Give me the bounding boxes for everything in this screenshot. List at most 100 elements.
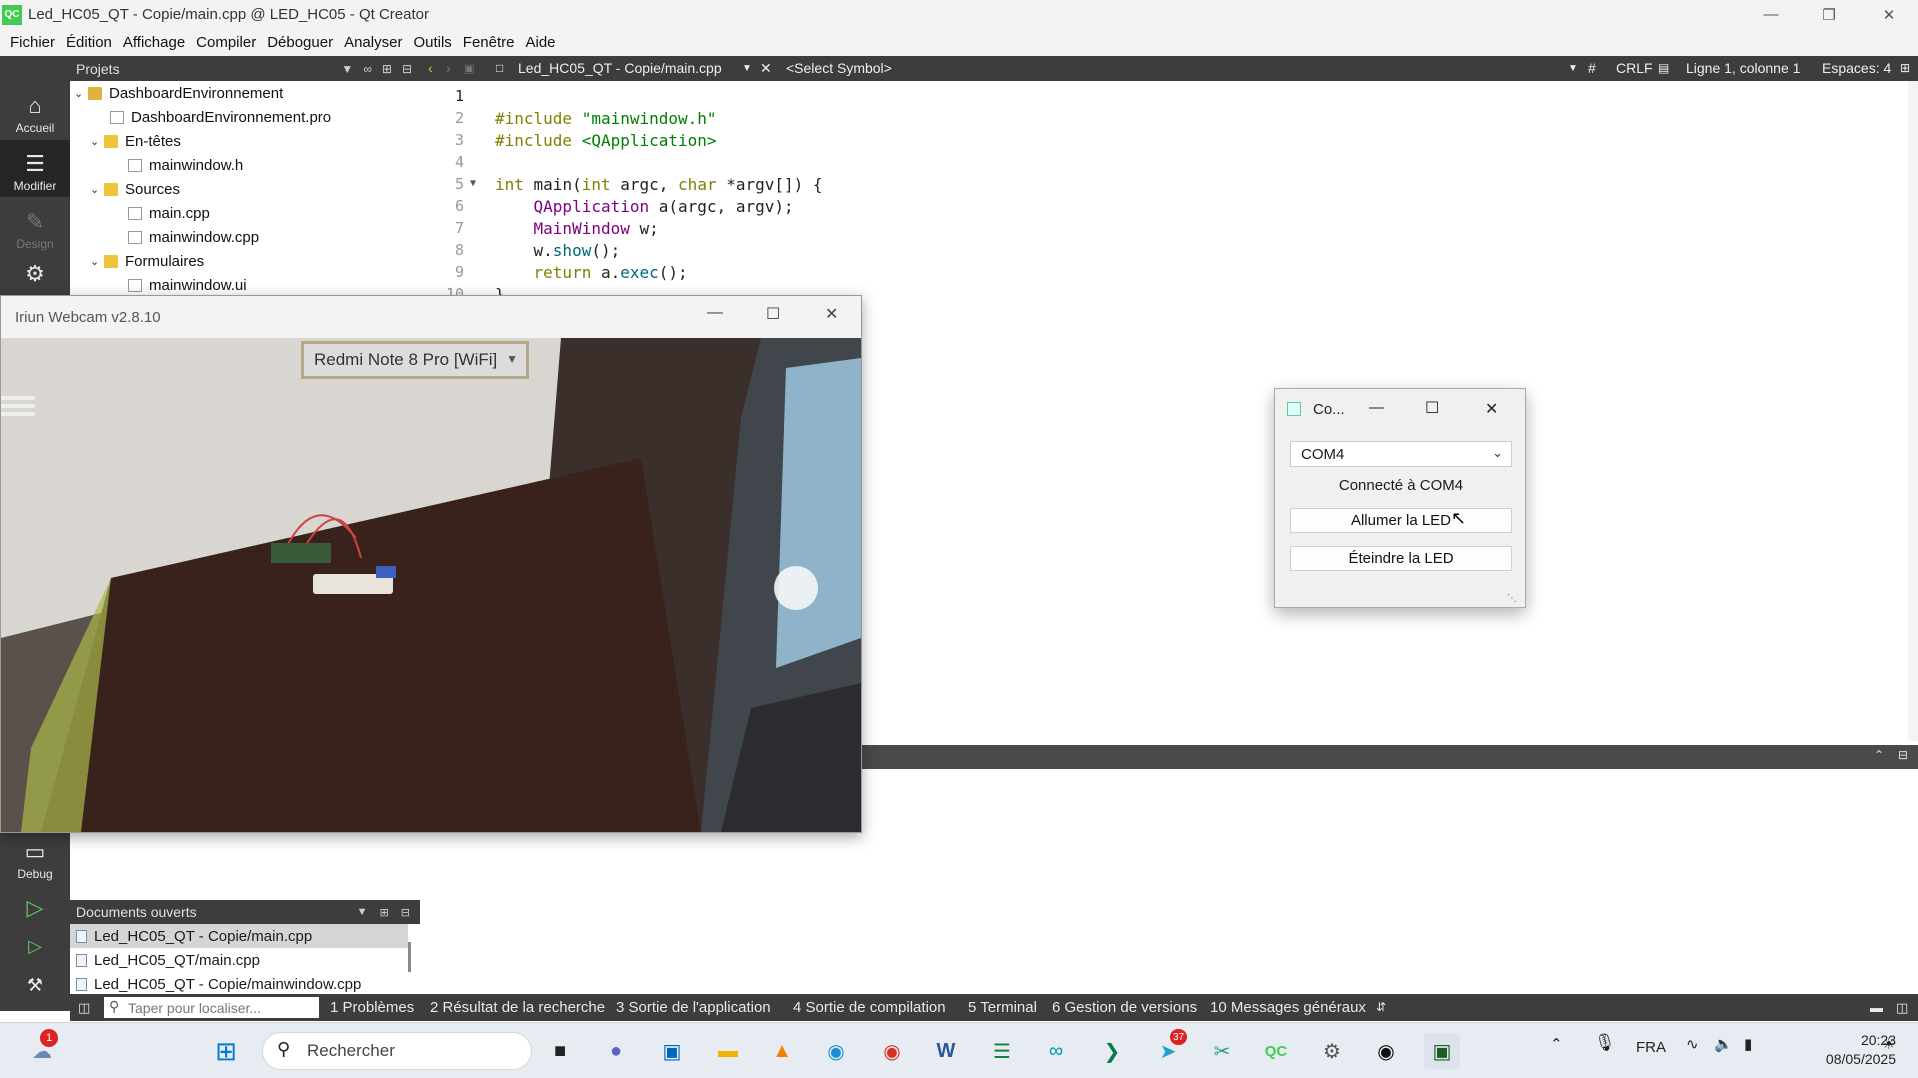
hash-indicator[interactable]: # [1588, 60, 1596, 76]
back-icon[interactable]: ‹ [428, 60, 433, 76]
volume-icon[interactable]: 🔈 [1714, 1035, 1733, 1053]
tree-item-mainwindow-cpp[interactable]: mainwindow.cpp [128, 225, 259, 249]
menu-affichage[interactable]: Affichage [122, 34, 186, 51]
tree-item-project[interactable]: ⌄ DashboardEnvironnement [74, 81, 283, 105]
taskbar-store[interactable]: ▣ [654, 1033, 690, 1069]
led-off-button[interactable]: Éteindre la LED [1290, 546, 1512, 571]
build-button[interactable]: ⚒ [0, 970, 70, 1006]
menu-deboguer[interactable]: Déboguer [266, 34, 334, 51]
maximize-icon[interactable]: ☐ [766, 304, 780, 324]
taskbar-vlc[interactable]: ▲ [764, 1033, 800, 1069]
pane-version-control[interactable]: 6 Gestion de versions [1052, 999, 1197, 1016]
taskbar-chrome[interactable]: ◉ [874, 1033, 910, 1069]
maximize-pane-icon[interactable]: ⌃ [1874, 748, 1884, 762]
wifi-icon[interactable]: ∿ [1686, 1035, 1699, 1053]
menu-fenetre[interactable]: Fenêtre [462, 34, 516, 51]
tree-item-headers[interactable]: ⌄ En-têtes [90, 129, 181, 153]
com-port-select[interactable]: COM4 ⌄ [1290, 441, 1512, 467]
open-doc-item[interactable]: Led_HC05_QT/main.cpp [70, 948, 408, 972]
mode-welcome[interactable]: ⌂ Accueil [0, 82, 70, 139]
language-indicator[interactable]: FRA [1636, 1039, 1666, 1056]
close-icon[interactable]: ✕ [1485, 399, 1498, 419]
taskbar-settings[interactable]: ⚙ [1314, 1033, 1350, 1069]
mode-edit[interactable]: ☰ Modifier [0, 140, 70, 197]
taskbar-task-view[interactable]: ■ [542, 1033, 578, 1069]
minimize-icon[interactable]: — [707, 304, 723, 322]
dropdown-icon[interactable]: ▼ [357, 906, 368, 919]
pane-app-output[interactable]: 3 Sortie de l'application [616, 999, 771, 1016]
pane-compile-output[interactable]: 4 Sortie de compilation [793, 999, 946, 1016]
file-dropdown-icon[interactable]: ▼ [742, 63, 752, 74]
editor-scrollbar[interactable] [1908, 81, 1918, 741]
pane-search-results[interactable]: 2 Résultat de la recherche [430, 999, 605, 1016]
output-pane[interactable] [860, 769, 1918, 994]
symbol-dropdown-icon[interactable]: ▼ [1568, 63, 1578, 74]
tree-item-forms[interactable]: ⌄ Formulaires [90, 249, 204, 273]
line-ending[interactable]: CRLF [1616, 60, 1653, 76]
close-pane-icon[interactable]: ⊟ [401, 906, 410, 919]
notification-app-icon[interactable]: ☁ 1 [24, 1029, 60, 1069]
microphone-icon[interactable]: 🎙 [1594, 1033, 1616, 1053]
minimize-icon[interactable]: — [1369, 399, 1384, 416]
link-icon[interactable]: ∞ [363, 62, 372, 76]
close-icon[interactable]: ✕ [825, 304, 838, 324]
pane-problems[interactable]: 1 Problèmes [330, 999, 414, 1016]
notification-bell-icon[interactable]: ☀ [1882, 1035, 1895, 1053]
taskbar-word[interactable]: W [928, 1033, 964, 1069]
mode-debug-top[interactable]: ⚙ [0, 256, 70, 286]
open-doc-item[interactable]: Led_HC05_QT - Copie/mainwindow.cpp [70, 972, 408, 996]
fold-arrow-icon[interactable]: ▼ [470, 178, 476, 189]
battery-icon[interactable]: ▮ [1744, 1035, 1752, 1053]
taskbar-teams[interactable]: ● [598, 1033, 634, 1069]
taskbar-obs[interactable]: ◉ [1368, 1033, 1404, 1069]
toggle-right-sidebar-icon[interactable]: ◫ [1896, 1000, 1908, 1016]
split-editor-icon[interactable]: ⊞ [1900, 61, 1910, 75]
taskbar-active-app[interactable]: ▣ [1424, 1033, 1460, 1069]
start-button[interactable]: ⊞ [208, 1033, 244, 1069]
tree-item-pro[interactable]: DashboardEnvironnement.pro [110, 105, 331, 129]
restore-button[interactable]: ❐ [1800, 0, 1858, 29]
locator-input[interactable]: ⚲ Taper pour localiser... [104, 997, 319, 1018]
tree-item-mainwindow-h[interactable]: mainwindow.h [128, 153, 243, 177]
editor-file-tab[interactable]: Led_HC05_QT - Copie/main.cpp [518, 60, 722, 76]
taskbar-qt-creator[interactable]: QC [1258, 1033, 1294, 1069]
resize-grip-icon[interactable]: ⋱ [1507, 593, 1517, 604]
docs-scrollbar[interactable] [408, 942, 411, 972]
cursor-position[interactable]: Ligne 1, colonne 1 [1686, 60, 1800, 76]
pane-terminal[interactable]: 5 Terminal [968, 999, 1037, 1016]
more-panes-icon[interactable]: ⇵ [1376, 1000, 1386, 1014]
toggle-sidebar-icon[interactable]: ◫ [78, 1000, 90, 1016]
toggle-output-icon[interactable]: ▬ [1870, 1000, 1883, 1015]
taskbar-snipping[interactable]: ✂ [1204, 1033, 1240, 1069]
menu-aide[interactable]: Aide [524, 34, 556, 51]
menu-fichier[interactable]: Fichier [9, 34, 56, 51]
minimize-button[interactable]: — [1742, 0, 1800, 29]
pane-general-messages[interactable]: 10 Messages généraux [1210, 999, 1366, 1016]
taskbar-notes[interactable]: ☰ [984, 1033, 1020, 1069]
taskbar-arduino[interactable]: ∞ [1038, 1033, 1074, 1069]
taskbar-edge[interactable]: ◉ [818, 1033, 854, 1069]
menu-analyser[interactable]: Analyser [343, 34, 403, 51]
menu-edition[interactable]: Édition [65, 34, 113, 51]
tree-item-mainwindow-ui[interactable]: mainwindow.ui [128, 273, 247, 296]
mode-debug[interactable]: ▭ Debug [0, 828, 70, 885]
close-pane-icon[interactable]: ⊟ [1898, 748, 1908, 762]
run-button[interactable]: ▷ [0, 894, 70, 928]
close-pane-icon[interactable]: ⊟ [402, 62, 412, 76]
mode-design[interactable]: ✎ Design [0, 198, 70, 255]
close-button[interactable]: ✕ [1860, 0, 1918, 29]
taskbar-terminal[interactable]: ❯ [1094, 1033, 1130, 1069]
symbol-selector[interactable]: <Select Symbol> [786, 60, 892, 76]
open-doc-item[interactable]: Led_HC05_QT - Copie/main.cpp [70, 924, 408, 948]
split-icon[interactable]: ⊞ [382, 62, 392, 76]
tray-overflow-icon[interactable]: ⌃ [1550, 1035, 1563, 1053]
debug-run-button[interactable]: ▷ [0, 932, 70, 966]
taskbar-search[interactable]: ⚲ Rechercher [262, 1032, 532, 1070]
tree-item-main-cpp[interactable]: main.cpp [128, 201, 210, 225]
led-on-button[interactable]: Allumer la LED [1290, 508, 1512, 533]
close-file-icon[interactable]: ✕ [760, 60, 772, 77]
menu-compiler[interactable]: Compiler [195, 34, 257, 51]
taskbar-telegram[interactable]: ➤ 37 [1150, 1029, 1188, 1069]
device-selector[interactable]: Redmi Note 8 Pro [WiFi] ▼ [301, 341, 529, 379]
forward-icon[interactable]: › [446, 60, 451, 76]
